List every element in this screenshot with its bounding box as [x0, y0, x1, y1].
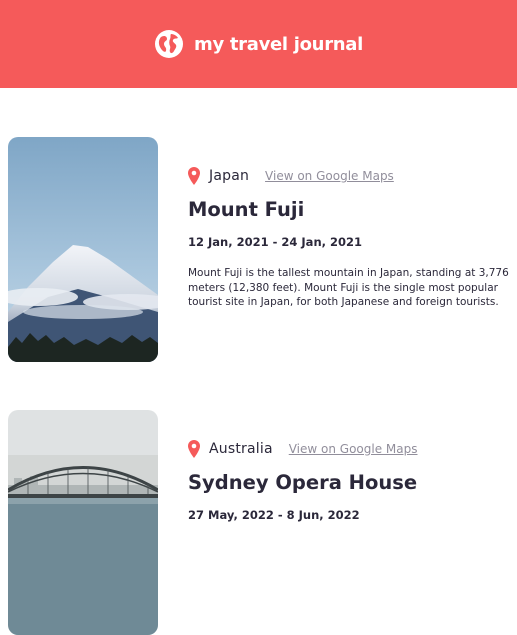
app-title: my travel journal [193, 33, 364, 55]
view-on-google-maps-link[interactable]: View on Google Maps [265, 169, 394, 183]
entry-info: Japan View on Google Maps Mount Fuji 12 … [188, 165, 513, 308]
entry-country: Australia [209, 441, 273, 457]
entry-title: Sydney Opera House [188, 471, 418, 494]
entry-dates: 27 May, 2022 - 8 Jun, 2022 [188, 508, 360, 522]
location-row: Australia View on Google Maps [188, 438, 513, 460]
globe-icon [154, 30, 183, 58]
location-pin-icon [188, 167, 200, 185]
entry-photo [8, 137, 158, 362]
app-header: my travel journal [0, 0, 517, 88]
entry-title: Mount Fuji [188, 198, 305, 221]
brand: my travel journal [154, 29, 363, 59]
location-pin-icon [188, 440, 200, 458]
entry-country: Japan [209, 168, 250, 184]
entry-description: Mount Fuji is the tallest mountain in Ja… [188, 267, 509, 308]
entry-info: Australia View on Google Maps Sydney Ope… [188, 438, 513, 522]
entry-photo [8, 410, 158, 635]
view-on-google-maps-link[interactable]: View on Google Maps [289, 442, 418, 456]
entry-dates: 12 Jan, 2021 - 24 Jan, 2021 [188, 235, 363, 249]
location-row: Japan View on Google Maps [188, 165, 513, 187]
